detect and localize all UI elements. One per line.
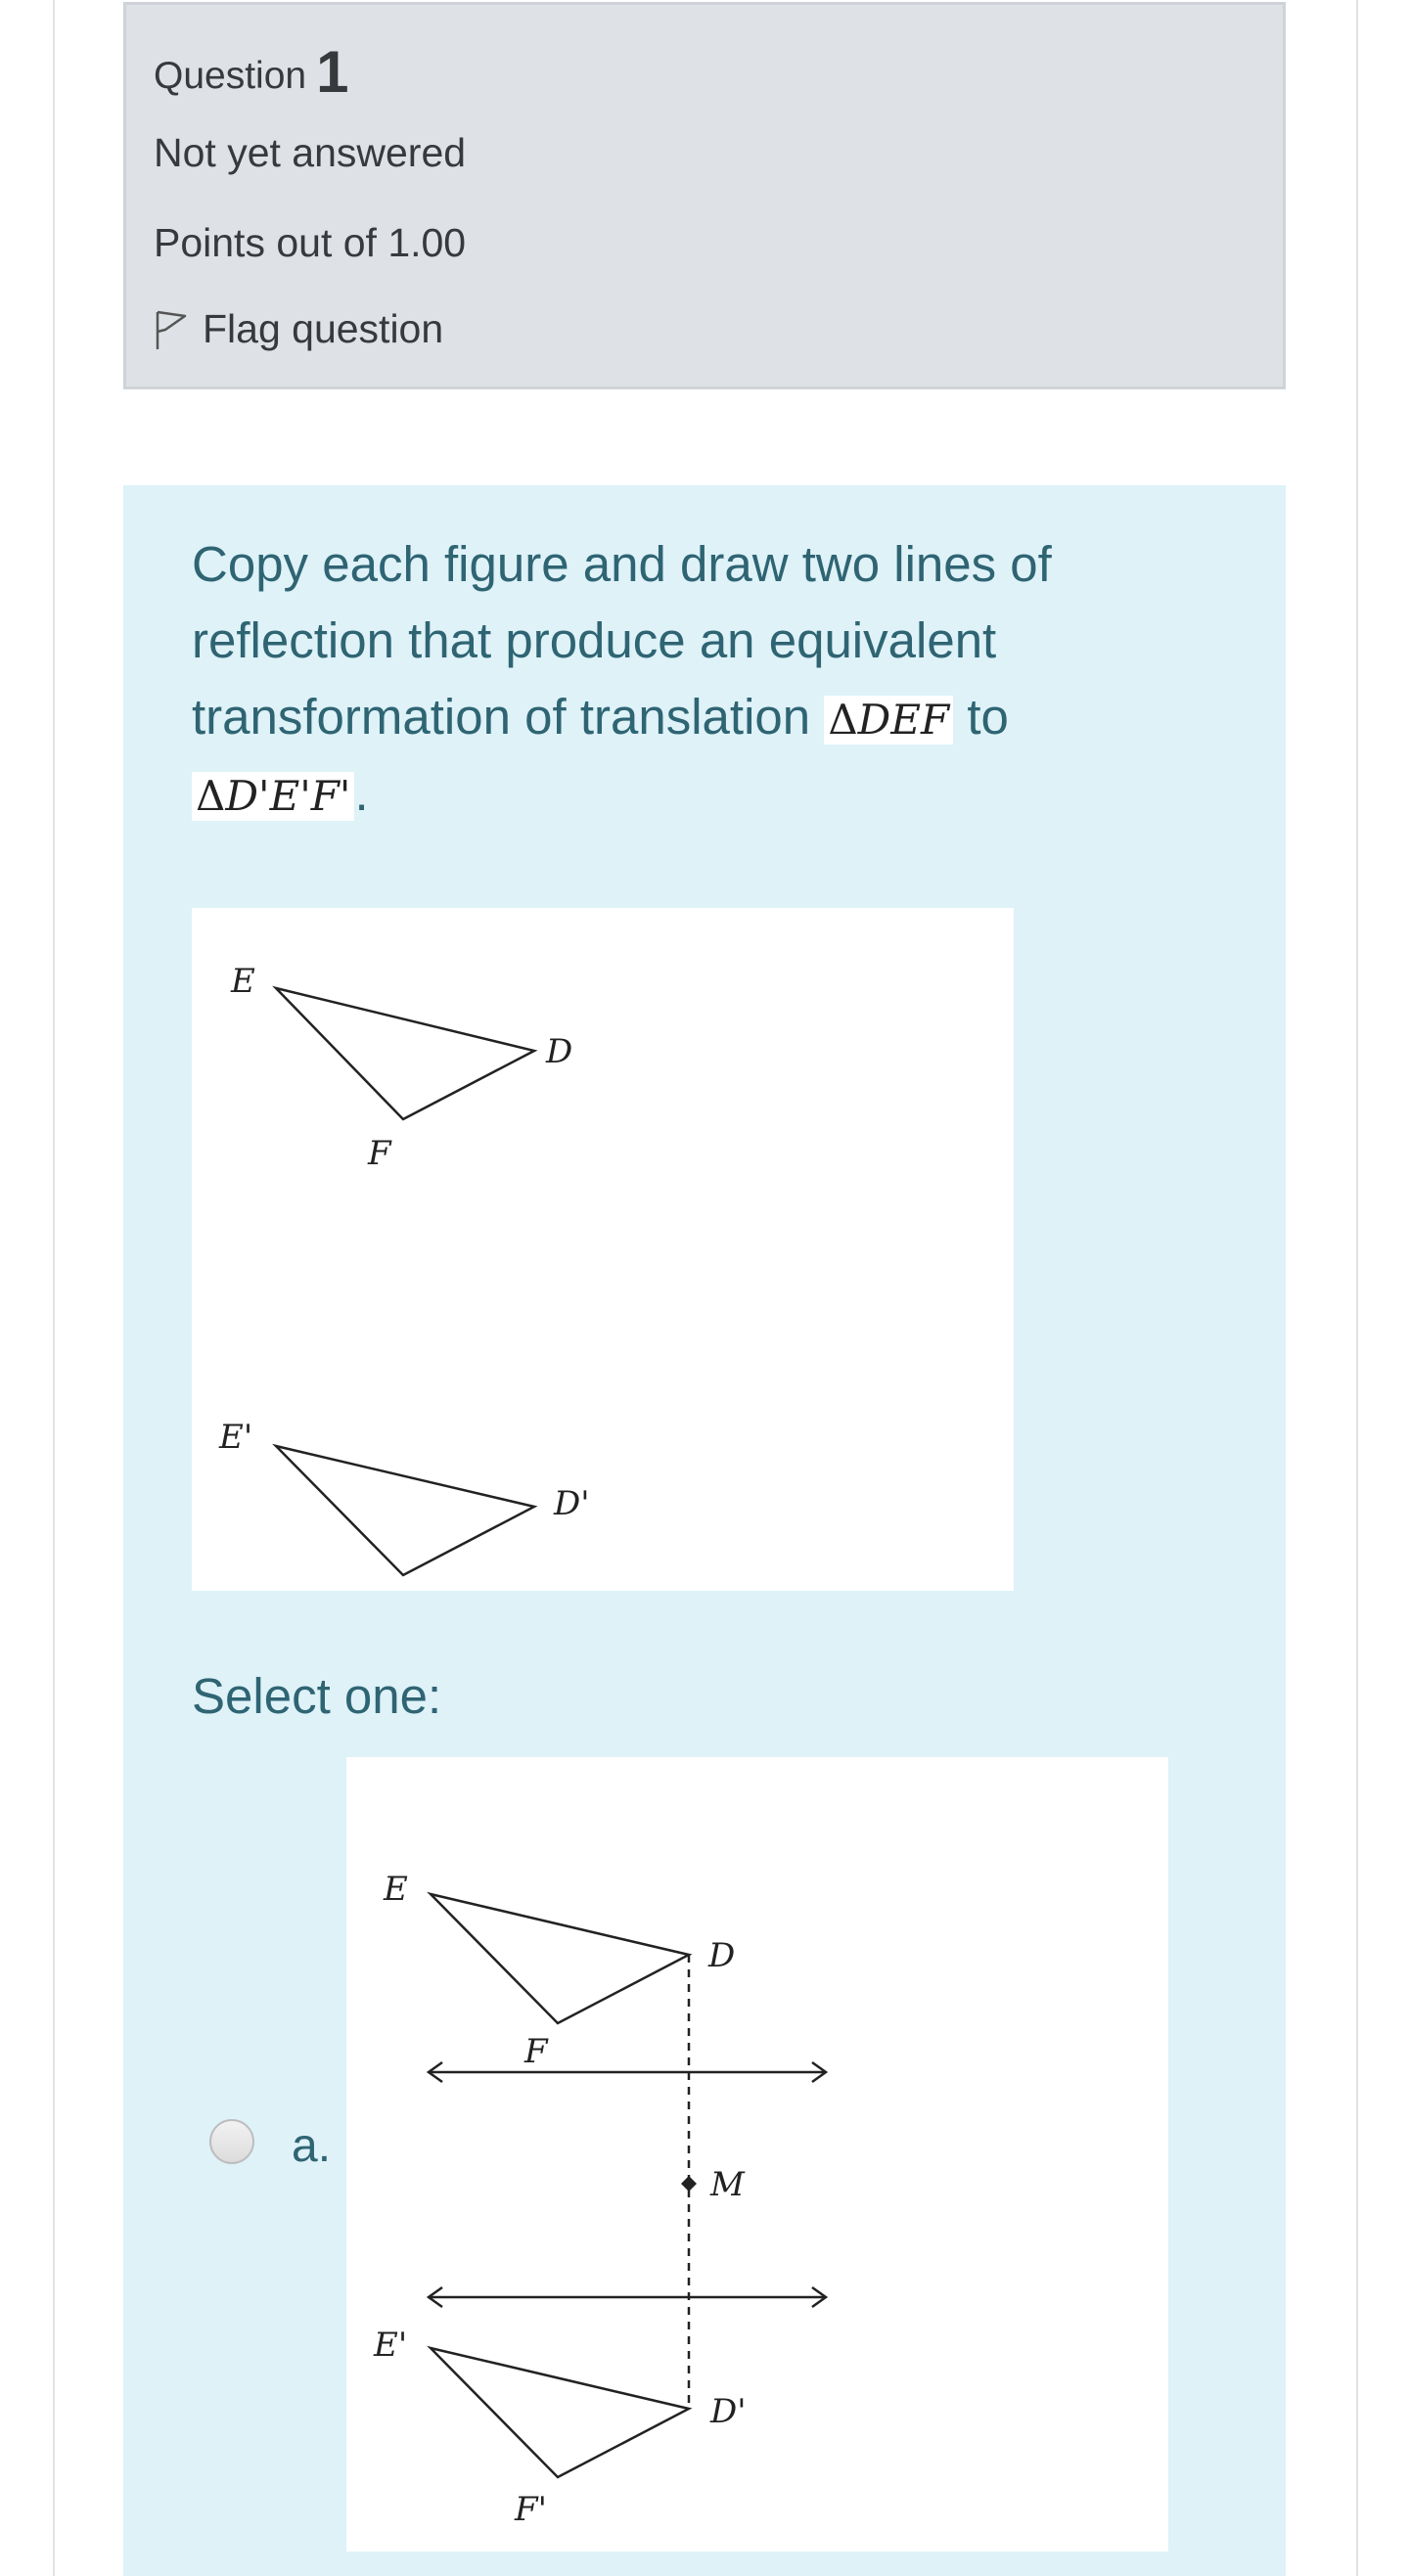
- page-border-right: [1356, 0, 1358, 2576]
- math-triangle-def: ΔDEF: [824, 696, 954, 745]
- select-one-prompt: Select one:: [192, 1668, 442, 1724]
- label-f-prime: F': [514, 2490, 547, 2529]
- answer-option-a[interactable]: a. E D F M E' D' F': [123, 1757, 1286, 2559]
- option-a-radio[interactable]: [209, 2119, 254, 2164]
- triangles-figure: E D F E' D': [218, 962, 590, 1577]
- page-border-left: [53, 0, 55, 2576]
- flag-question-label: Flag question: [203, 306, 444, 351]
- question-figure: E D F E' D': [192, 908, 1014, 1591]
- label-e: E: [383, 1870, 408, 1909]
- question-text-end: .: [354, 765, 369, 821]
- triangle-def-prime: [272, 1443, 538, 1577]
- label-d-prime: D': [709, 2392, 747, 2431]
- triangle-symbol: Δ: [196, 772, 226, 820]
- question-text-part2: to: [953, 689, 1009, 745]
- midpoint-marker: [681, 2176, 697, 2192]
- label-f: F: [367, 1134, 392, 1173]
- question-number: Question 1: [154, 34, 349, 105]
- triangle-def: [272, 985, 538, 1121]
- triangle-def-prime: [427, 2345, 693, 2479]
- question-text: Copy each figure and draw two lines of r…: [192, 526, 1229, 832]
- option-a-letter: a.: [292, 2120, 332, 2172]
- label-e-prime: E': [218, 1418, 252, 1457]
- question-state: Not yet answered: [154, 130, 467, 175]
- label-e: E: [230, 962, 255, 1001]
- triangle-symbol: Δ: [828, 696, 858, 744]
- question-label: Question: [154, 55, 307, 97]
- label-m: M: [709, 2165, 746, 2204]
- question-formulation: Copy each figure and draw two lines of r…: [123, 485, 1286, 2576]
- label-d: D: [707, 1936, 735, 1975]
- label-e-prime: E': [373, 2326, 407, 2365]
- math-letters: D'E'F': [225, 772, 351, 820]
- flag-question-link[interactable]: Flag question: [154, 306, 443, 352]
- flag-icon: [156, 310, 187, 349]
- question-number-value: 1: [316, 39, 349, 105]
- question-grade: Points out of 1.00: [154, 220, 467, 265]
- math-letters: DEF: [857, 696, 950, 744]
- option-a-figure: E D F M E' D' F': [346, 1757, 1168, 2552]
- label-d: D: [545, 1032, 572, 1071]
- question-info-panel: Question 1 Not yet answered Points out of…: [123, 2, 1286, 389]
- math-triangle-def-prime: ΔD'E'F': [192, 772, 355, 821]
- label-d-prime: D': [553, 1484, 590, 1523]
- label-f: F: [523, 2032, 549, 2071]
- option-a-diagram: E D F M E' D' F': [373, 1870, 829, 2529]
- triangle-def: [427, 1891, 693, 2025]
